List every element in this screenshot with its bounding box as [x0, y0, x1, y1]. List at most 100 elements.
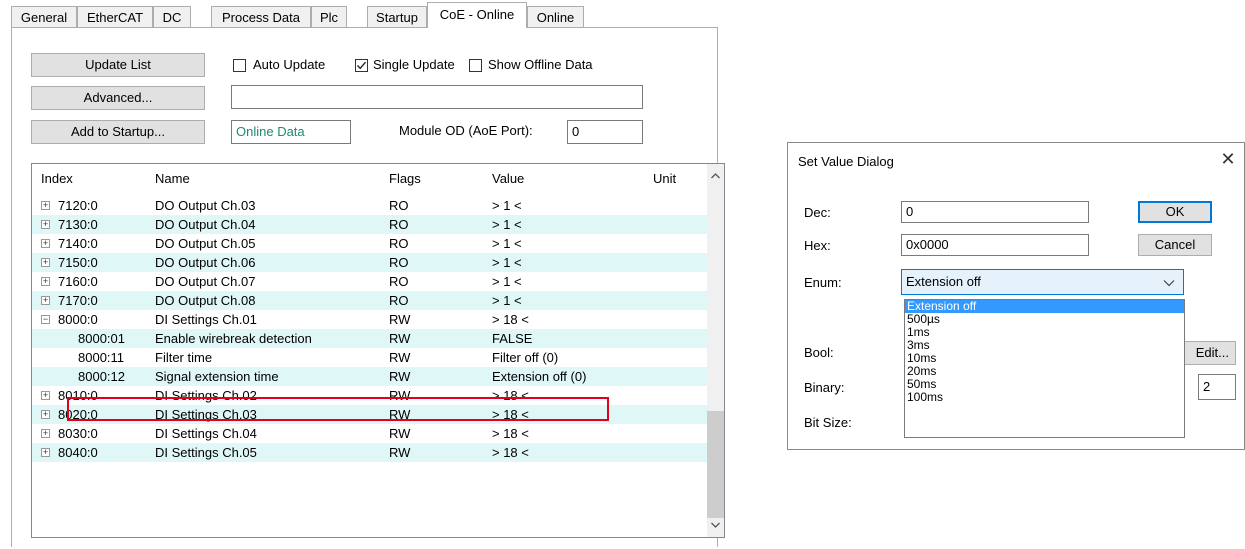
enum-option-7[interactable]: 100ms — [905, 391, 1184, 404]
dec-input[interactable]: 0 — [901, 201, 1089, 223]
expand-icon[interactable]: + — [41, 258, 50, 267]
cell-value: > 1 < — [492, 217, 522, 232]
enum-options-list[interactable]: Extension off 500µs 1ms 3ms 10ms 20ms 50… — [904, 299, 1185, 438]
expand-icon[interactable]: + — [41, 277, 50, 286]
cell-index: 7120:0 — [58, 198, 98, 213]
cell-value: > 18 < — [492, 426, 529, 441]
dec-label: Dec: — [804, 205, 831, 220]
scroll-up-arrow-icon[interactable] — [707, 168, 724, 185]
table-row[interactable]: 8000:01 Enable wirebreak detection RW FALSE — [32, 329, 709, 348]
coe-object-list[interactable]: Index Name Flags Value Unit +7120:0 DO Ou… — [31, 163, 725, 538]
cell-flags: RW — [389, 331, 411, 346]
table-row[interactable]: +7120:0 DO Output Ch.03 RO > 1 < — [32, 196, 709, 215]
scroll-down-arrow-icon[interactable] — [707, 516, 724, 533]
advanced-field[interactable] — [231, 85, 643, 109]
module-od-input[interactable]: 0 — [567, 120, 643, 144]
hex-input[interactable]: 0x0000 — [901, 234, 1089, 256]
expand-icon[interactable]: + — [41, 296, 50, 305]
table-row[interactable]: 8000:11 Filter time RW Filter off (0) — [32, 348, 709, 367]
checkmark-icon — [356, 61, 367, 70]
tab-process-data[interactable]: Process Data — [211, 6, 311, 27]
cell-value: > 1 < — [492, 293, 522, 308]
expand-icon[interactable]: + — [41, 448, 50, 457]
table-row[interactable]: −8000:0 DI Settings Ch.01 RW > 18 < — [32, 310, 709, 329]
auto-update-checkbox[interactable] — [233, 59, 246, 72]
cell-name: DI Settings Ch.01 — [155, 312, 257, 327]
enum-option-6[interactable]: 50ms — [905, 378, 1184, 391]
cell-flags: RW — [389, 426, 411, 441]
cell-value: > 1 < — [492, 236, 522, 251]
cell-value: Extension off (0) — [492, 369, 587, 384]
add-to-startup-button[interactable]: Add to Startup... — [31, 120, 205, 144]
tab-startup[interactable]: Startup — [367, 6, 427, 27]
table-row[interactable]: +8040:0 DI Settings Ch.05 RW > 18 < — [32, 443, 709, 462]
column-name[interactable]: Name — [155, 164, 190, 194]
table-row[interactable]: +7160:0 DO Output Ch.07 RO > 1 < — [32, 272, 709, 291]
expand-icon[interactable]: + — [41, 239, 50, 248]
tab-plc[interactable]: Plc — [311, 6, 347, 27]
online-data-field: Online Data — [231, 120, 351, 144]
expand-icon[interactable]: + — [41, 201, 50, 210]
tab-online[interactable]: Online — [527, 6, 584, 27]
single-update-checkbox[interactable] — [355, 59, 368, 72]
expand-icon[interactable]: + — [41, 220, 50, 229]
cell-name: DO Output Ch.04 — [155, 217, 256, 232]
column-flags[interactable]: Flags — [389, 164, 421, 194]
table-row[interactable]: +7150:0 DO Output Ch.06 RO > 1 < — [32, 253, 709, 272]
cell-index: 7130:0 — [58, 217, 98, 232]
cell-index: 7150:0 — [58, 255, 98, 270]
show-offline-data-checkbox[interactable] — [469, 59, 482, 72]
cell-flags: RW — [389, 350, 411, 365]
binary-side-field[interactable]: 2 — [1198, 374, 1236, 400]
close-icon[interactable]: ✕ — [1218, 149, 1238, 169]
table-row[interactable]: +8030:0 DI Settings Ch.04 RW > 18 < — [32, 424, 709, 443]
cell-name: DO Output Ch.07 — [155, 274, 256, 289]
vertical-scrollbar[interactable] — [707, 164, 724, 537]
enum-option-5[interactable]: 20ms — [905, 365, 1184, 378]
cell-name: Signal extension time — [155, 369, 279, 384]
column-index[interactable]: Index — [41, 164, 73, 194]
ok-button[interactable]: OK — [1138, 201, 1212, 223]
cell-value: > 18 < — [492, 312, 529, 327]
cell-name: DO Output Ch.03 — [155, 198, 256, 213]
column-unit[interactable]: Unit — [653, 164, 676, 194]
bool-label: Bool: — [804, 345, 834, 360]
enum-option-1[interactable]: 500µs — [905, 313, 1184, 326]
collapse-icon[interactable]: − — [41, 315, 50, 324]
cell-index: 8000:11 — [78, 350, 125, 365]
table-row[interactable]: 8000:12 Signal extension time RW Extension … — [32, 367, 709, 386]
advanced-button[interactable]: Advanced... — [31, 86, 205, 110]
enum-option-2[interactable]: 1ms — [905, 326, 1184, 339]
enum-option-0[interactable]: Extension off — [905, 300, 1184, 313]
hex-label: Hex: — [804, 238, 831, 253]
enum-option-4[interactable]: 10ms — [905, 352, 1184, 365]
tab-coe-online[interactable]: CoE - Online — [427, 2, 527, 28]
cell-flags: RO — [389, 293, 409, 308]
table-row[interactable]: +7140:0 DO Output Ch.05 RO > 1 < — [32, 234, 709, 253]
update-list-button[interactable]: Update List — [31, 53, 205, 77]
cell-value: FALSE — [492, 331, 533, 346]
scrollbar-thumb[interactable] — [707, 411, 724, 518]
cancel-button[interactable]: Cancel — [1138, 234, 1212, 256]
tab-dc[interactable]: DC — [153, 6, 191, 27]
cell-value: > 18 < — [492, 445, 529, 460]
bit-size-label: Bit Size: — [804, 415, 852, 430]
cell-flags: RW — [389, 369, 411, 384]
expand-icon[interactable]: + — [41, 429, 50, 438]
cell-name: Filter time — [155, 350, 213, 365]
expand-icon[interactable]: + — [41, 391, 50, 400]
enum-dropdown[interactable]: Extension off — [901, 269, 1184, 295]
cell-index: 8000:0 — [58, 312, 98, 327]
column-value[interactable]: Value — [492, 164, 524, 194]
cell-name: DI Settings Ch.04 — [155, 426, 257, 441]
cell-flags: RO — [389, 274, 409, 289]
cell-value: > 1 < — [492, 255, 522, 270]
table-row[interactable]: +7170:0 DO Output Ch.08 RO > 1 < — [32, 291, 709, 310]
table-row[interactable]: +7130:0 DO Output Ch.04 RO > 1 < — [32, 215, 709, 234]
tab-ethercat[interactable]: EtherCAT — [77, 6, 153, 27]
expand-icon[interactable]: + — [41, 410, 50, 419]
cell-flags: RO — [389, 217, 409, 232]
enum-option-3[interactable]: 3ms — [905, 339, 1184, 352]
cell-flags: RW — [389, 445, 411, 460]
tab-general[interactable]: General — [11, 6, 77, 27]
